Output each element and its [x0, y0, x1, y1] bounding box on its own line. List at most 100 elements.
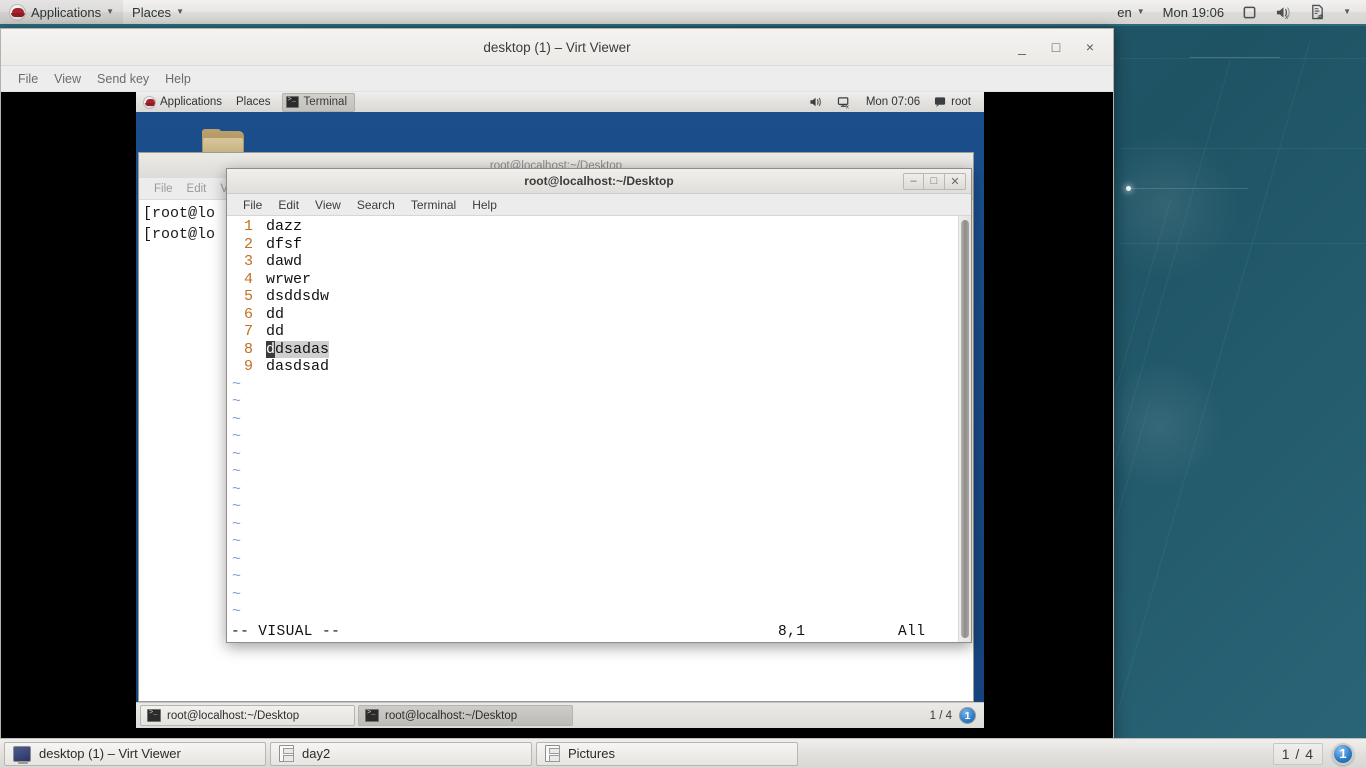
- clock-label: Mon 19:06: [1162, 4, 1225, 20]
- vim-buffer[interactable]: 1 dazz 2 dfsf 3 dawd 4 wrwer 5 dsddsdw 6 dd 7 dd 8 ddsa…: [227, 218, 958, 623]
- vim-empty-line: ~: [227, 516, 958, 534]
- host-desktop: Applications ▼ Places ▼ en ▼ Mon 19:06 x…: [0, 0, 1366, 768]
- vim-tilde-marker: ~: [232, 410, 242, 428]
- vim-line-number: 2: [243, 235, 253, 253]
- vim-line-text: dawd: [266, 253, 303, 270]
- vim-line[interactable]: 4 wrwer: [227, 271, 958, 289]
- volume-muted-icon: x: [1277, 6, 1290, 20]
- guest-taskbar-item[interactable]: root@localhost:~/Desktop: [358, 705, 573, 726]
- vim-empty-line: ~: [227, 393, 958, 411]
- guest-user-menu[interactable]: root: [927, 92, 978, 112]
- vim-line-text: dasdsad: [266, 358, 330, 375]
- vim-tilde-marker: ~: [232, 375, 242, 393]
- network-disconnected-icon: x: [837, 96, 849, 109]
- system-menu[interactable]: ▼: [1334, 0, 1360, 24]
- menu-file[interactable]: File: [10, 72, 46, 86]
- vim-editor[interactable]: 1 dazz 2 dfsf 3 dawd 4 wrwer 5 dsddsdw 6 dd 7 dd 8 ddsa…: [227, 216, 958, 642]
- guest-volume-indicator[interactable]: [802, 92, 830, 112]
- guest-taskbar-item[interactable]: root@localhost:~/Desktop: [140, 705, 355, 726]
- guest-top-panel: Applications Places Terminal: [136, 92, 984, 114]
- virt-viewer-titlebar[interactable]: desktop (1) – Virt Viewer _ □ ×: [1, 29, 1113, 66]
- bg-menu-file[interactable]: File: [147, 183, 180, 195]
- host-taskbar: desktop (1) – Virt Viewer day2 Pictures …: [0, 738, 1366, 768]
- host-workspace-badge[interactable]: 1: [1332, 742, 1354, 765]
- menu-edit[interactable]: Edit: [270, 198, 307, 212]
- wallpaper-line: [1120, 148, 1366, 149]
- terminal-maximize-button[interactable]: □: [924, 172, 945, 190]
- menu-view[interactable]: View: [307, 198, 349, 212]
- guest-applications-menu[interactable]: Applications: [136, 92, 229, 112]
- file-manager-icon: [545, 745, 560, 762]
- host-taskbar-item-virt-viewer[interactable]: desktop (1) – Virt Viewer: [4, 741, 266, 766]
- guest-active-window-button[interactable]: Terminal: [281, 92, 356, 112]
- volume-icon: [810, 97, 821, 107]
- guest-applications-label: Applications: [160, 96, 223, 108]
- places-menu[interactable]: Places ▼: [123, 0, 193, 24]
- terminal-scrollbar[interactable]: [958, 216, 971, 642]
- monitor-icon: [13, 745, 31, 764]
- foreground-terminal-window[interactable]: root@localhost:~/Desktop – □ ✕ File Edit…: [226, 168, 972, 643]
- menu-help[interactable]: Help: [464, 198, 505, 212]
- vim-line-text: dfsf: [266, 235, 303, 253]
- host-taskbar-item-day2[interactable]: day2: [270, 741, 532, 766]
- vim-tilde-marker: ~: [232, 428, 242, 445]
- menu-send-key[interactable]: Send key: [89, 72, 157, 86]
- vim-tilde-marker: ~: [232, 533, 242, 550]
- vim-line[interactable]: 1 dazz: [227, 218, 958, 236]
- keyboard-layout-indicator[interactable]: en ▼: [1108, 0, 1153, 24]
- close-button[interactable]: ×: [1083, 40, 1097, 54]
- vim-line[interactable]: 6 dd: [227, 306, 958, 324]
- guest-active-window-label: Terminal: [303, 96, 348, 108]
- vim-tilde-marker: ~: [232, 393, 242, 410]
- guest-screen[interactable]: Applications Places Terminal: [136, 92, 984, 728]
- foreground-terminal-titlebar[interactable]: root@localhost:~/Desktop – □ ✕: [227, 169, 971, 194]
- chevron-down-icon: ▼: [176, 7, 184, 16]
- applications-menu[interactable]: Applications ▼: [0, 0, 124, 24]
- vim-line[interactable]: 8 ddsadas: [227, 340, 958, 359]
- menu-terminal[interactable]: Terminal: [403, 198, 464, 212]
- vim-line-text: dsddsdw: [266, 288, 330, 305]
- terminal-minimize-button[interactable]: –: [903, 172, 924, 190]
- bg-menu-edit[interactable]: Edit: [180, 183, 214, 195]
- host-workspace-label: 1 / 4: [1272, 742, 1323, 765]
- vim-empty-line: ~: [227, 603, 958, 621]
- document-sync-icon: [1312, 4, 1324, 20]
- chevron-down-icon: ▼: [1136, 7, 1145, 16]
- vim-line[interactable]: 3 dawd: [227, 253, 958, 271]
- menu-search[interactable]: Search: [349, 198, 403, 212]
- terminal-close-button[interactable]: ✕: [945, 172, 966, 190]
- redhat-logo-icon: [143, 95, 156, 109]
- volume-indicator[interactable]: x: [1266, 0, 1301, 24]
- menu-help[interactable]: Help: [157, 72, 199, 86]
- vim-line[interactable]: 2 dfsf: [227, 236, 958, 254]
- vim-line[interactable]: 7 dd: [227, 323, 958, 341]
- maximize-button[interactable]: □: [1049, 40, 1063, 54]
- clock[interactable]: Mon 19:06: [1154, 0, 1233, 24]
- redhat-logo-icon: [9, 3, 26, 21]
- vim-line[interactable]: 9 dasdsad: [227, 358, 958, 376]
- wallpaper-line: [1120, 58, 1366, 59]
- host-taskbar-item-label: day2: [302, 746, 331, 761]
- terminal-icon: [285, 96, 299, 108]
- window-list-icon[interactable]: [1233, 0, 1266, 24]
- vim-empty-line: ~: [227, 498, 958, 516]
- vim-tilde-marker: ~: [232, 498, 242, 515]
- menu-file[interactable]: File: [235, 198, 270, 212]
- document-sync-indicator[interactable]: [1301, 0, 1334, 24]
- guest-display-area[interactable]: Applications Places Terminal: [1, 92, 1113, 739]
- guest-network-indicator[interactable]: x: [830, 92, 859, 112]
- guest-clock[interactable]: Mon 07:06: [859, 92, 927, 112]
- vim-line-text: ddsadas: [253, 340, 330, 359]
- menu-view[interactable]: View: [46, 72, 89, 86]
- wallpaper-line: [1128, 188, 1248, 189]
- guest-places-menu[interactable]: Places: [229, 92, 278, 112]
- guest-workspace-badge[interactable]: 1: [959, 707, 976, 724]
- vim-empty-line: ~: [227, 463, 958, 481]
- vim-line-number: 4: [243, 270, 253, 288]
- host-top-panel: Applications ▼ Places ▼ en ▼ Mon 19:06 x…: [0, 0, 1366, 26]
- vim-line[interactable]: 5 dsddsdw: [227, 288, 958, 306]
- terminal-scrollbar-thumb[interactable]: [961, 220, 969, 638]
- minimize-button[interactable]: _: [1015, 40, 1029, 54]
- host-taskbar-item-pictures[interactable]: Pictures: [536, 741, 798, 766]
- vim-line-text: dd: [266, 323, 285, 340]
